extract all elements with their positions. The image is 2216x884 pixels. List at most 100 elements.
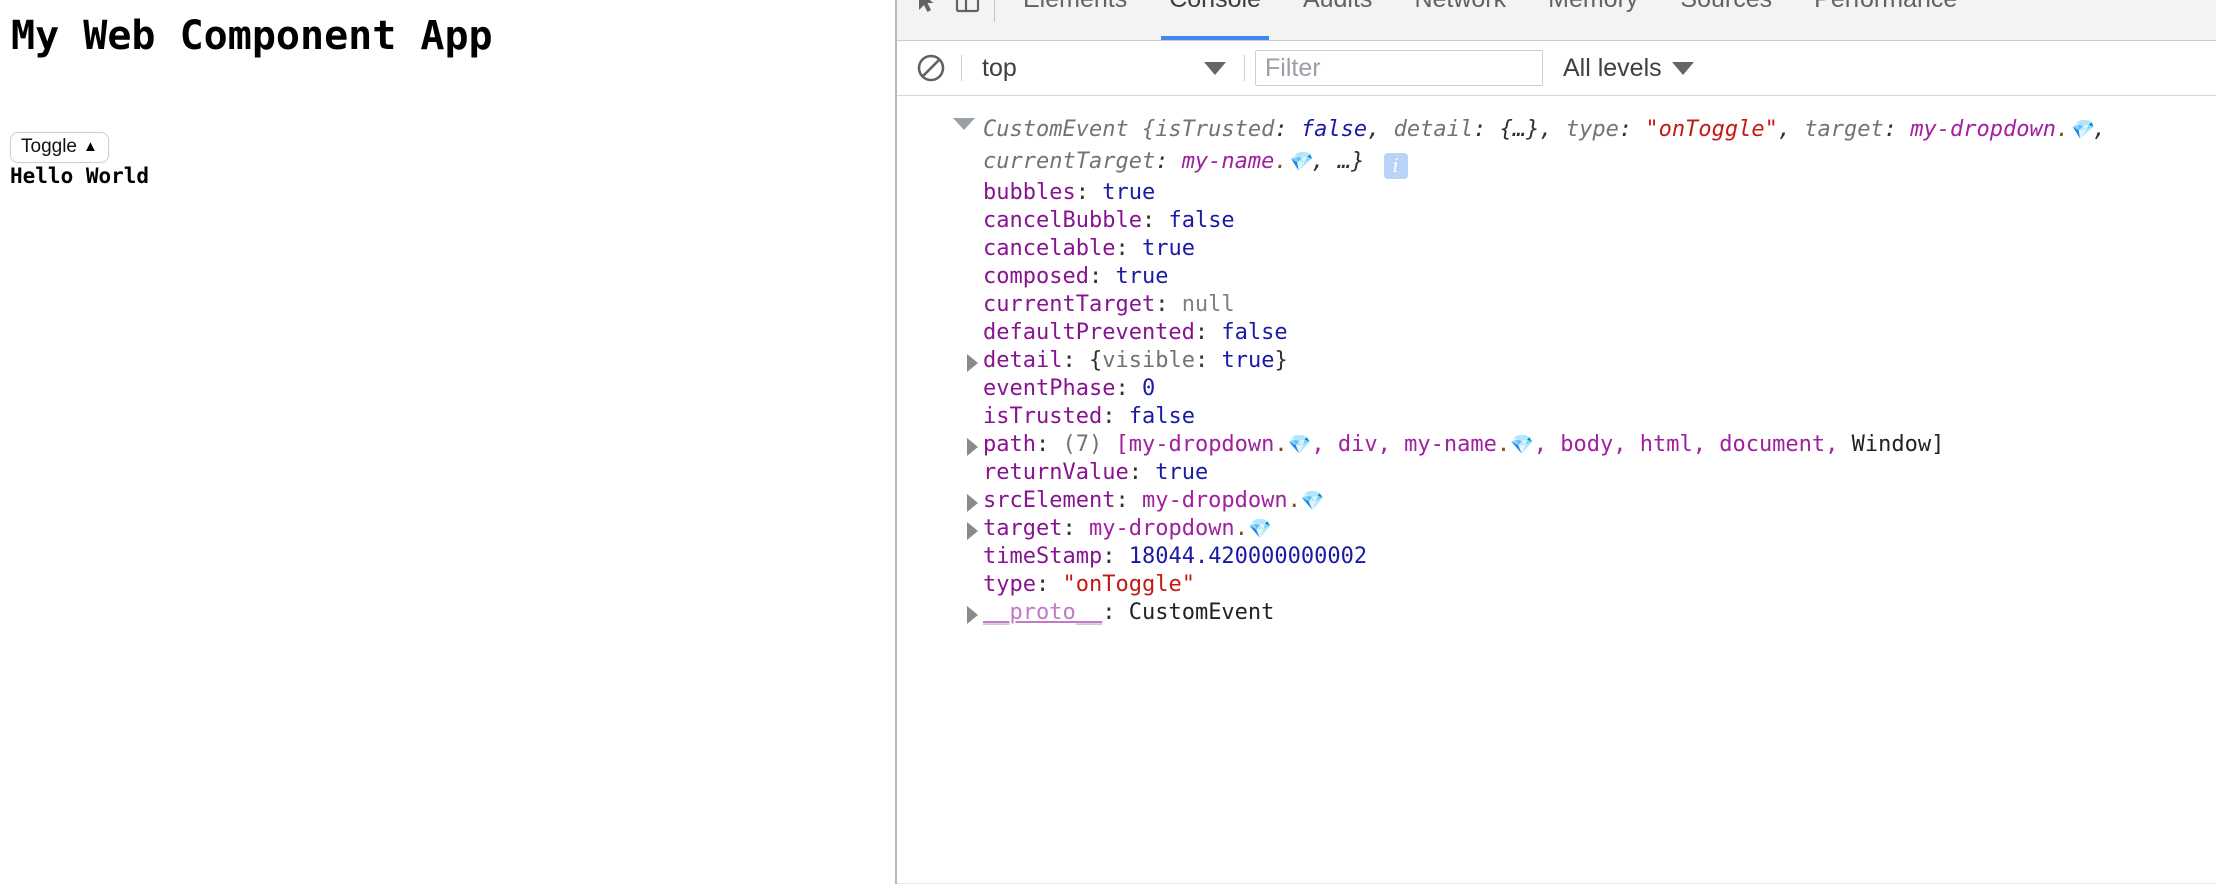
property-value: true: [1142, 236, 1195, 261]
triangle-right-icon: [967, 354, 978, 372]
token-dim: target: [1804, 117, 1884, 142]
object-property-row[interactable]: defaultPrevented: false: [897, 319, 2216, 347]
console-group-header[interactable]: CustomEvent {isTrusted: false, detail: {…: [897, 114, 2216, 179]
token-plain: ,: [1539, 117, 1566, 142]
token-dim: visible: [1102, 348, 1195, 373]
token-node: ,: [1613, 432, 1640, 457]
token-bool: false: [1221, 320, 1288, 345]
property-name: path: [983, 432, 1036, 457]
property-name: __proto__: [983, 600, 1103, 625]
token-node: [: [1115, 432, 1129, 457]
token-node: html: [1639, 432, 1693, 457]
triangle-right-icon: [967, 494, 978, 512]
token-dim: type: [1565, 117, 1619, 142]
devtools-tabs: Elements Console Audits Network Memory S…: [1002, 0, 2216, 40]
token-plain: ,: [1367, 117, 1394, 142]
token-plain: }: [1274, 348, 1288, 373]
token-plain: :: [1155, 149, 1182, 174]
token-plain: {: [1088, 348, 1103, 373]
property-value: my-dropdown.💎: [1142, 488, 1325, 513]
object-property-row[interactable]: timeStamp: 18044.420000000002: [897, 543, 2216, 571]
triangle-up-icon: ▲: [83, 137, 98, 155]
token-ctor: ]: [1931, 432, 1945, 457]
property-value: (7) [my-dropdown.💎, div, my-name.💎, body…: [1062, 432, 1944, 457]
token-node: my-dropdown: [1910, 117, 2056, 142]
tab-network[interactable]: Network: [1393, 0, 1527, 40]
expand-triangle-icon[interactable]: [967, 515, 983, 543]
console-output: CustomEvent { isTrusted: false, detail: {…: [897, 96, 2216, 884]
triangle-right-icon: [967, 438, 978, 456]
property-name: bubbles: [983, 180, 1076, 205]
object-property-row[interactable]: composed: true: [897, 263, 2216, 291]
page-preview-pane: My Web Component App Toggle ▲ Hello Worl…: [0, 0, 895, 884]
property-colon: :: [1115, 236, 1142, 261]
tab-console-label: Console: [1169, 0, 1261, 12]
object-property-list: bubbles: true cancelBubble: false cancelab…: [897, 179, 2216, 627]
property-name: timeStamp: [983, 544, 1103, 569]
tab-sources[interactable]: Sources: [1659, 0, 1793, 40]
screenshot-root: My Web Component App Toggle ▲ Hello Worl…: [0, 0, 2216, 884]
object-property-row[interactable]: cancelable: true: [897, 235, 2216, 263]
chevron-down-icon: [1204, 61, 1226, 75]
info-badge[interactable]: i: [1383, 153, 1408, 179]
execution-context-select[interactable]: top: [972, 48, 1234, 88]
property-colon: :: [1141, 208, 1169, 233]
triangle-right-icon: [967, 522, 978, 540]
tab-audits[interactable]: Audits: [1282, 0, 1393, 40]
object-property-row[interactable]: bubbles: true: [897, 179, 2216, 207]
token-plain: :: [1274, 117, 1301, 142]
property-name: returnValue: [983, 460, 1129, 485]
property-colon: :: [1194, 320, 1222, 345]
token-plain: :: [1473, 117, 1500, 142]
token-gem: 💎: [1510, 434, 1534, 456]
log-level-select[interactable]: All levels: [1553, 48, 1704, 88]
object-property-row[interactable]: srcElement: my-dropdown.💎: [897, 487, 2216, 515]
component-output-text: Hello World: [10, 164, 150, 188]
device-toolbar-icon[interactable]: [951, 0, 985, 30]
token-bool: true: [1155, 460, 1209, 485]
object-property-row[interactable]: type: "onToggle": [897, 571, 2216, 599]
expand-triangle-icon[interactable]: [967, 599, 983, 627]
object-property-row[interactable]: returnValue: true: [897, 459, 2216, 487]
token-node: my-dropdown: [1088, 516, 1235, 541]
token-dot: .: [2056, 117, 2070, 142]
tab-performance-label: Performance: [1814, 0, 1957, 12]
token-node: document: [1719, 432, 1826, 457]
tab-performance[interactable]: Performance: [1793, 0, 1978, 40]
object-property-row[interactable]: isTrusted: false: [897, 403, 2216, 431]
token-string: "onToggle": [1645, 117, 1778, 142]
expand-triangle-icon[interactable]: [967, 347, 983, 375]
object-property-row[interactable]: __proto__: CustomEvent: [897, 599, 2216, 627]
devtools-tab-strip: Elements Console Audits Network Memory S…: [897, 0, 2216, 41]
object-property-row[interactable]: currentTarget: null: [897, 291, 2216, 319]
object-property-row[interactable]: detail: {visible: true}: [897, 347, 2216, 375]
tab-elements[interactable]: Elements: [1002, 0, 1148, 40]
tab-elements-label: Elements: [1023, 0, 1127, 12]
property-colon: :: [1035, 572, 1063, 597]
clear-console-icon[interactable]: [911, 48, 951, 88]
console-filter-input[interactable]: [1255, 50, 1543, 86]
token-node: ,: [1533, 432, 1561, 457]
property-colon: :: [1088, 264, 1116, 289]
object-property-row[interactable]: eventPhase: 0: [897, 375, 2216, 403]
token-dot: .: [1274, 432, 1288, 457]
tab-console[interactable]: Console: [1148, 0, 1282, 40]
tab-memory[interactable]: Memory: [1527, 0, 1659, 40]
token-gem: 💎: [1287, 434, 1312, 456]
object-property-row[interactable]: cancelBubble: false: [897, 207, 2216, 235]
chevron-down-icon-levels: [1671, 61, 1694, 75]
object-property-row[interactable]: target: my-dropdown.💎: [897, 515, 2216, 543]
expand-triangle-icon[interactable]: [967, 487, 983, 515]
object-property-row[interactable]: path: (7) [my-dropdown.💎, div, my-name.💎…: [897, 431, 2216, 459]
toggle-button[interactable]: Toggle ▲: [10, 132, 109, 163]
property-colon: :: [1115, 488, 1142, 513]
property-name: type: [983, 572, 1036, 597]
property-value: true: [1155, 460, 1208, 485]
toolbar-divider-1: [961, 55, 962, 81]
token-bool: true: [1115, 264, 1169, 289]
property-name: composed: [983, 264, 1089, 289]
token-bool: true: [1141, 236, 1195, 261]
event-constructor-name: CustomEvent {: [983, 117, 1156, 142]
expand-triangle-icon[interactable]: [967, 431, 983, 459]
inspect-element-icon[interactable]: [905, 0, 939, 30]
